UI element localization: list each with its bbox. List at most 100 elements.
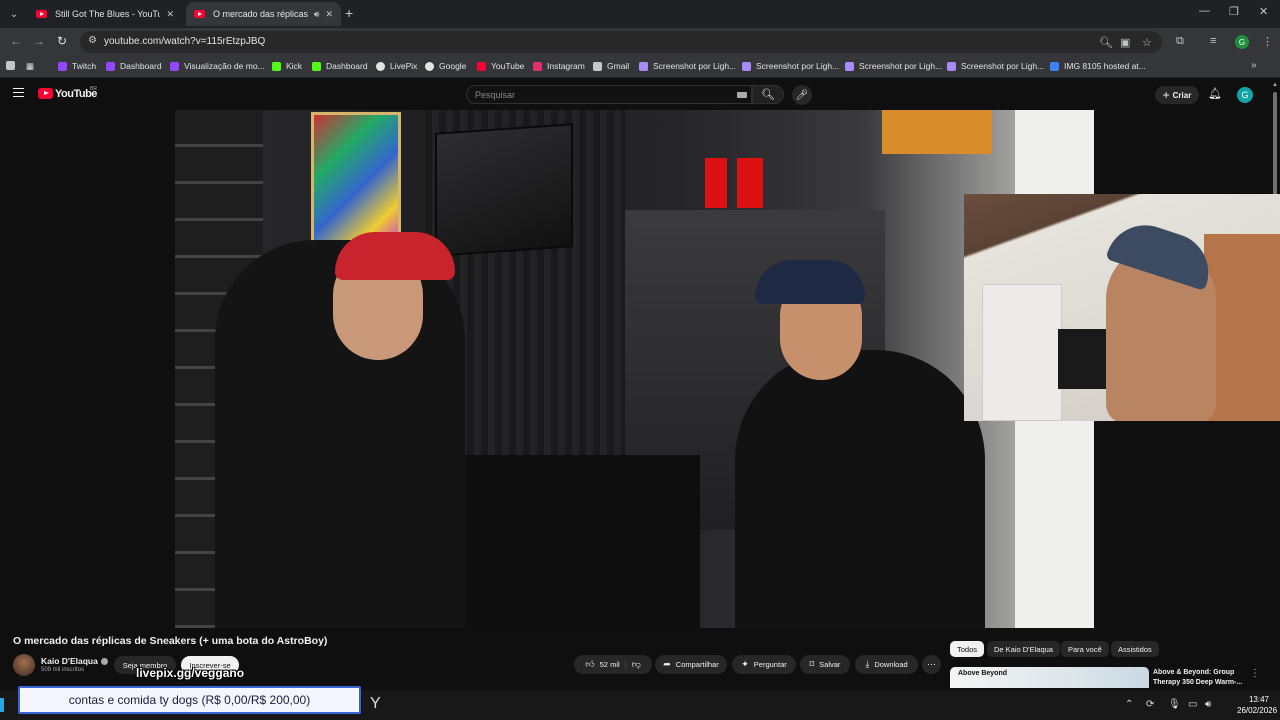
video-frame-tv bbox=[435, 123, 573, 257]
profile-avatar[interactable]: G bbox=[1235, 35, 1249, 49]
like-icon[interactable]: 👍︎ bbox=[585, 659, 594, 670]
hamburger-menu-icon[interactable] bbox=[13, 88, 24, 97]
search-input[interactable] bbox=[475, 89, 725, 101]
gmail-icon bbox=[593, 61, 602, 71]
speaker-icon[interactable]: 🔊︎ bbox=[314, 9, 320, 20]
livepix-icon bbox=[376, 61, 385, 71]
bookmark-kick-dashboard[interactable]: Dashboard bbox=[312, 61, 368, 71]
dislike-icon[interactable]: 👎︎ bbox=[632, 659, 641, 670]
sidebar-toggle-icon[interactable] bbox=[6, 61, 20, 70]
more-bookmarks-icon[interactable]: » bbox=[1251, 60, 1257, 71]
chip-para-voce[interactable]: Para você bbox=[1061, 641, 1109, 657]
taskbar-app-y-icon[interactable]: Y bbox=[370, 695, 381, 713]
address-bar[interactable]: ⚙ youtube.com/watch?v=115rEtzpJBQ 🔍︎ ▣ ☆ bbox=[80, 31, 1162, 53]
video-frame-navy-cap bbox=[755, 260, 865, 304]
recommendation-thumbnail[interactable]: Above Beyond bbox=[950, 667, 1149, 688]
create-button[interactable]: + Criar bbox=[1155, 86, 1199, 104]
extensions-icon[interactable]: ⧉ bbox=[1176, 35, 1184, 48]
chip-de-kaio[interactable]: De Kaio D'Elaqua bbox=[987, 641, 1060, 657]
reload-icon[interactable]: ↻ bbox=[57, 34, 67, 48]
bookmark-google[interactable]: Google bbox=[425, 61, 466, 71]
tab-mercado-replicas[interactable]: O mercado das réplicas de 🔊︎ ✕ bbox=[186, 2, 341, 26]
scrollbar-thumb[interactable] bbox=[1273, 92, 1277, 202]
back-icon[interactable]: ← bbox=[10, 34, 22, 48]
tray-display-icon[interactable]: ▭ bbox=[1188, 699, 1197, 710]
youtube-logo-icon[interactable] bbox=[38, 88, 53, 99]
scroll-up-icon[interactable]: ▲ bbox=[1272, 82, 1278, 88]
zoom-icon[interactable]: 🔍︎ bbox=[1099, 36, 1113, 49]
tray-volume-icon[interactable]: 🔊︎ bbox=[1205, 699, 1211, 710]
bookmark-instagram[interactable]: Instagram bbox=[533, 61, 585, 71]
tab-still-got-the-blues[interactable]: Still Got The Blues - YouTube ✕ bbox=[28, 2, 182, 26]
kick-icon bbox=[272, 61, 281, 71]
google-icon bbox=[425, 61, 434, 71]
restore-icon[interactable]: ❐ bbox=[1229, 5, 1239, 18]
bookmark-livepix[interactable]: LivePix bbox=[376, 61, 417, 71]
channel-name[interactable]: Kaio D'Elaqua bbox=[41, 656, 108, 666]
chip-assistidos[interactable]: Assistidos bbox=[1111, 641, 1159, 657]
search-button[interactable]: 🔍︎ bbox=[752, 85, 784, 104]
country-code: BR bbox=[90, 86, 97, 92]
bookmark-visualizacao[interactable]: Visualização de mo... bbox=[170, 61, 265, 71]
twitch-icon bbox=[170, 61, 179, 71]
video-player[interactable] bbox=[175, 110, 1094, 628]
forward-icon[interactable]: → bbox=[33, 34, 45, 48]
download-button[interactable]: ⤓ Download bbox=[855, 655, 918, 674]
image-host-icon bbox=[1050, 61, 1059, 71]
channel-avatar[interactable] bbox=[13, 654, 35, 676]
taskbar-clock[interactable]: 13:47 26/02/2026 bbox=[1237, 694, 1277, 716]
bookmark-gmail[interactable]: Gmail bbox=[593, 61, 629, 71]
tray-overflow-icon[interactable]: ⌃ bbox=[1125, 699, 1133, 710]
instagram-icon bbox=[533, 61, 542, 71]
ask-button[interactable]: ✦ Perguntar bbox=[732, 655, 796, 674]
bookmark-twitch[interactable]: Twitch bbox=[58, 61, 96, 71]
site-info-icon[interactable]: ⚙ bbox=[88, 35, 97, 46]
bookmark-screenshot-3[interactable]: Screenshot por Ligh... bbox=[845, 61, 942, 71]
video-title: O mercado das réplicas de Sneakers (+ um… bbox=[13, 635, 328, 647]
media-controls-icon[interactable]: ≡ bbox=[1210, 35, 1216, 47]
account-avatar[interactable]: G bbox=[1237, 87, 1253, 103]
video-frame-counter bbox=[440, 455, 700, 628]
verified-badge-icon bbox=[100, 657, 108, 665]
tab-strip: ⌄ Still Got The Blues - YouTube ✕ O merc… bbox=[0, 0, 1280, 28]
bookmark-screenshot-4[interactable]: Screenshot por Ligh... bbox=[947, 61, 1044, 71]
cast-icon[interactable]: ▣ bbox=[1120, 36, 1130, 49]
apps-grid-icon[interactable]: ▦ bbox=[26, 61, 34, 72]
twitch-icon bbox=[58, 61, 67, 71]
keyboard-icon[interactable] bbox=[737, 92, 747, 98]
close-tab-icon[interactable]: ✕ bbox=[166, 9, 174, 20]
bookmark-kick[interactable]: Kick bbox=[272, 61, 302, 71]
twitch-icon bbox=[106, 61, 115, 71]
search-box bbox=[466, 85, 752, 104]
bookmark-star-icon[interactable]: ☆ bbox=[1142, 36, 1152, 49]
bookmark-screenshot-2[interactable]: Screenshot por Ligh... bbox=[742, 61, 839, 71]
minimize-icon[interactable]: — bbox=[1199, 5, 1210, 17]
close-tab-icon[interactable]: ✕ bbox=[325, 9, 333, 20]
chevron-down-icon: ⌄ bbox=[9, 8, 19, 20]
bookmark-youtube[interactable]: YouTube bbox=[477, 61, 524, 71]
recommendation-menu-icon[interactable]: ⋮ bbox=[1250, 668, 1260, 679]
close-window-icon[interactable]: ✕ bbox=[1259, 5, 1268, 18]
notifications-bell-icon[interactable]: 🔔︎ bbox=[1208, 87, 1222, 100]
like-count[interactable]: 52 mil bbox=[600, 660, 620, 669]
new-tab-button[interactable]: + bbox=[345, 5, 353, 21]
bookmark-screenshot-1[interactable]: Screenshot por Ligh... bbox=[639, 61, 736, 71]
search-icon: 🔍︎ bbox=[761, 89, 775, 101]
tray-app-icon[interactable]: ⟳ bbox=[1146, 699, 1154, 710]
feather-icon bbox=[742, 61, 751, 71]
thumbnail-logo: Above Beyond bbox=[958, 670, 1008, 677]
bookmark-img-8105[interactable]: IMG 8105 hosted at... bbox=[1050, 61, 1146, 71]
tab-search-button[interactable]: ⌄ bbox=[4, 4, 24, 24]
recommendation-title[interactable]: Above & Beyond: Group Therapy 350 Deep W… bbox=[1153, 668, 1249, 688]
taskbar-app-indicator[interactable] bbox=[0, 698, 4, 712]
more-menu-icon[interactable]: ⋮ bbox=[1262, 35, 1273, 48]
url-text: youtube.com/watch?v=115rEtzpJBQ bbox=[104, 36, 266, 47]
chip-todos[interactable]: Todos bbox=[950, 641, 985, 657]
bookmark-dashboard[interactable]: Dashboard bbox=[106, 61, 162, 71]
tray-mic-icon[interactable]: 🎙︎ bbox=[1168, 699, 1181, 710]
save-button[interactable]: ⌑ Salvar bbox=[800, 655, 850, 674]
more-actions-button[interactable]: ⋯ bbox=[922, 655, 941, 674]
share-button[interactable]: ➦ Compartilhar bbox=[655, 655, 727, 674]
voice-search-button[interactable]: 🎤︎ bbox=[792, 85, 812, 105]
youtube-favicon-icon bbox=[36, 10, 47, 18]
